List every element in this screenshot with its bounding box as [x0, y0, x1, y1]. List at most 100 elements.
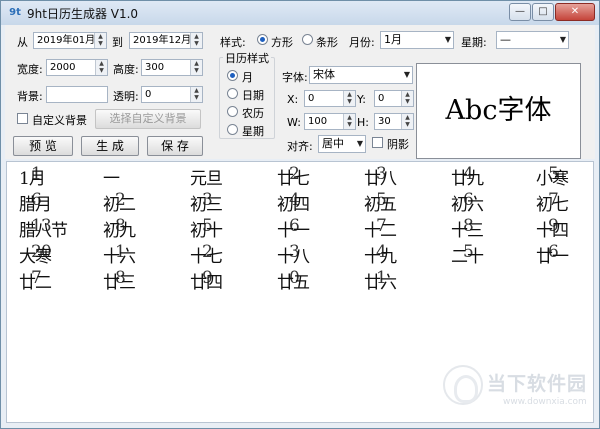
app-window: 9t 9ht日历生成器 V1.0 — □ ✕ 从 2019年01月 ▲ ▼ 到 20… — [0, 0, 600, 429]
shadow-label: 阴影 — [387, 138, 409, 151]
calendar-cell-day-number: 2 — [115, 190, 126, 210]
chevron-down-icon: ▼ — [403, 70, 410, 79]
custom-background-checkbox[interactable] — [17, 113, 28, 124]
align-select[interactable]: 居中 ▼ — [318, 135, 366, 153]
font-label: 字体: — [282, 71, 308, 84]
week-select[interactable]: — ▼ — [496, 31, 569, 49]
week-label: 星期: — [461, 36, 487, 49]
height-label: 高度: — [113, 63, 139, 76]
calendar-cell-day-number: 4 — [463, 164, 474, 184]
calendar-cell-day-number: 3 — [202, 190, 213, 210]
calendar-style-title: 日历样式 — [223, 50, 271, 66]
close-button[interactable]: ✕ — [555, 3, 595, 21]
h-input[interactable]: 30 ▲ ▼ — [374, 113, 414, 130]
square-radio[interactable] — [257, 34, 268, 45]
calendar-cell-day-number: 8 — [463, 216, 474, 236]
minimize-button[interactable]: — — [509, 3, 531, 21]
style-option-date-radio[interactable] — [227, 88, 238, 99]
spin-arrows-icon[interactable]: ▲▼ — [190, 87, 202, 102]
shadow-checkbox[interactable] — [372, 137, 383, 148]
calendar-cell: 元旦 — [190, 169, 223, 189]
style-option-lunar-radio[interactable] — [227, 106, 238, 117]
choose-background-button[interactable]: 选择自定义背景 — [95, 109, 201, 129]
calendar-cell-day-number: 20 — [31, 242, 52, 262]
calendar-cell: 一 — [103, 169, 120, 189]
watermark-title: 当下软件园 — [487, 373, 588, 395]
style-option-weekday: 星期 — [242, 125, 264, 138]
chevron-down-icon: ▼ — [356, 139, 363, 148]
strip-radio[interactable] — [302, 34, 313, 45]
calendar-cell-day-number: 9 — [548, 216, 559, 236]
calendar-cell-day-number: 2 — [289, 164, 300, 184]
style-option-month: 月 — [242, 71, 253, 84]
maximize-button[interactable]: □ — [532, 3, 554, 21]
strip-label: 条形 — [316, 36, 338, 49]
to-date-field[interactable]: 2019年12月 ▲ ▼ — [129, 32, 203, 49]
from-date-field[interactable]: 2019年01月 ▲ ▼ — [33, 32, 107, 49]
preview-button[interactable]: 预 览 — [13, 136, 73, 156]
height-input[interactable]: 300 ▲ ▼ — [141, 59, 203, 76]
w-label: W: — [287, 116, 301, 129]
calendar-cell-day-number: 13 — [31, 216, 52, 236]
calendar-cell-day-number: 6 — [31, 190, 42, 210]
save-button[interactable]: 保 存 — [147, 136, 203, 156]
x-input[interactable]: 0 ▲ ▼ — [304, 90, 356, 107]
style-option-weekday-radio[interactable] — [227, 124, 238, 135]
calendar-cell-day-number: 9 — [202, 268, 213, 288]
width-label: 宽度: — [17, 63, 43, 76]
to-label: 到 — [112, 36, 123, 49]
calendar-cell-day-number: 1 — [376, 268, 387, 288]
w-input[interactable]: 100 ▲ ▼ — [304, 113, 356, 130]
calendar-cell-day-number: 8 — [115, 268, 126, 288]
font-select[interactable]: 宋体 ▼ — [309, 66, 413, 84]
calendar-cell-day-number: 3 — [376, 164, 387, 184]
watermark-url: www.downxia.com — [503, 397, 587, 407]
calendar-cell-day-number: 1 — [115, 242, 126, 262]
watermark: 当下软件园 www.downxia.com — [443, 363, 593, 413]
spin-arrows-icon[interactable]: ▲▼ — [401, 114, 413, 129]
align-label: 对齐: — [287, 140, 313, 153]
settings-panel: 从 2019年01月 ▲ ▼ 到 2019年12月 ▲ ▼ 宽度: 2000 ▲ ▼ 高度:… — [5, 25, 595, 159]
watermark-logo-icon — [443, 365, 483, 405]
h-label: H: — [357, 116, 369, 129]
spin-arrows-icon[interactable]: ▲▼ — [190, 33, 202, 48]
calendar-cell-day-number: 7 — [548, 190, 559, 210]
generate-button[interactable]: 生 成 — [81, 136, 139, 156]
calendar-cell-day-number: 5 — [202, 216, 213, 236]
calendar-cell-day-number: 7 — [31, 268, 42, 288]
spin-arrows-icon[interactable]: ▲▼ — [401, 91, 413, 106]
width-input[interactable]: 2000 ▲ ▼ — [46, 59, 108, 76]
background-color-field[interactable] — [46, 86, 108, 103]
x-label: X: — [287, 93, 299, 106]
style-option-month-radio[interactable] — [227, 70, 238, 81]
app-logo-icon: 9t — [9, 7, 21, 18]
month-label: 月份: — [349, 36, 375, 49]
custom-background-label: 自定义背景 — [32, 114, 87, 127]
style-option-lunar: 农历 — [242, 107, 264, 120]
background-label: 背景: — [17, 90, 43, 103]
calendar-cell-day-number: 6 — [289, 216, 300, 236]
style-option-date: 日期 — [242, 89, 264, 102]
title-bar[interactable]: 9t 9ht日历生成器 V1.0 — □ ✕ — [1, 1, 599, 25]
spin-arrows-icon[interactable]: ▲▼ — [95, 60, 107, 75]
spin-arrows-icon[interactable]: ▲▼ — [94, 33, 106, 48]
calendar-cell-day-number: 0 — [289, 268, 300, 288]
y-label: Y: — [357, 93, 366, 106]
month-select[interactable]: 1月 ▼ — [380, 31, 454, 49]
spin-arrows-icon[interactable]: ▲▼ — [190, 60, 202, 75]
spin-arrows-icon[interactable]: ▲▼ — [343, 91, 355, 106]
spin-arrows-icon[interactable]: ▲▼ — [343, 114, 355, 129]
window-title: 9ht日历生成器 V1.0 — [27, 7, 139, 21]
y-input[interactable]: 0 ▲ ▼ — [374, 90, 414, 107]
calendar-cell-day-number: 4 — [289, 190, 300, 210]
square-label: 方形 — [271, 36, 293, 49]
calendar-cell-day-number: 8 — [115, 216, 126, 236]
calendar-cell-day-number: 6 — [548, 242, 559, 262]
calendar-cell-day-number: 5 — [463, 242, 474, 262]
opacity-input[interactable]: 0 ▲ ▼ — [141, 86, 203, 103]
opacity-label: 透明: — [113, 90, 139, 103]
calendar-cell-day-number: 6 — [463, 190, 474, 210]
style-label: 样式: — [220, 36, 246, 49]
chevron-down-icon: ▼ — [559, 35, 566, 44]
calendar-cell-day-number: 5 — [376, 190, 387, 210]
